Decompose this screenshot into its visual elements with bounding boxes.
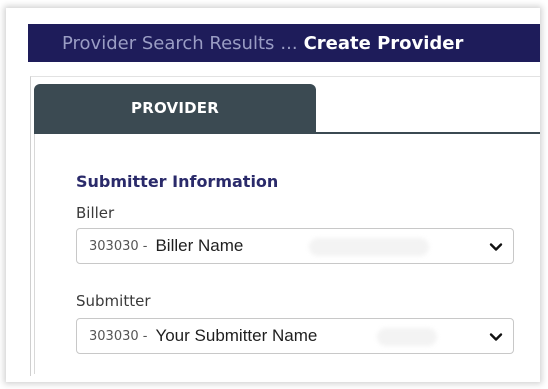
chevron-down-icon (489, 243, 503, 251)
redaction-blur (309, 238, 429, 256)
breadcrumb-separator: ... (280, 32, 298, 54)
chevron-down-icon (489, 333, 503, 341)
tab-provider[interactable]: PROVIDER (34, 84, 316, 132)
biller-select[interactable]: 303030 - Biller Name (76, 228, 514, 264)
biller-name: Biller Name (155, 236, 244, 255)
submitter-id: 303030 - (89, 328, 148, 344)
submitter-name: Your Submitter Name (155, 326, 318, 345)
submitter-select[interactable]: 303030 - Your Submitter Name (76, 318, 514, 354)
redaction-blur (377, 328, 437, 346)
biller-label: Biller (76, 204, 115, 222)
breadcrumb-provider-search-results[interactable]: Provider Search Results (62, 33, 274, 54)
submitter-label: Submitter (76, 292, 151, 310)
biller-id: 303030 - (89, 238, 148, 254)
section-title-submitter-information: Submitter Information (76, 172, 279, 191)
breadcrumb-current-page: Create Provider (303, 32, 464, 54)
breadcrumb: Provider Search Results ... Create Provi… (28, 24, 540, 62)
page: Provider Search Results ... Create Provi… (0, 0, 548, 389)
